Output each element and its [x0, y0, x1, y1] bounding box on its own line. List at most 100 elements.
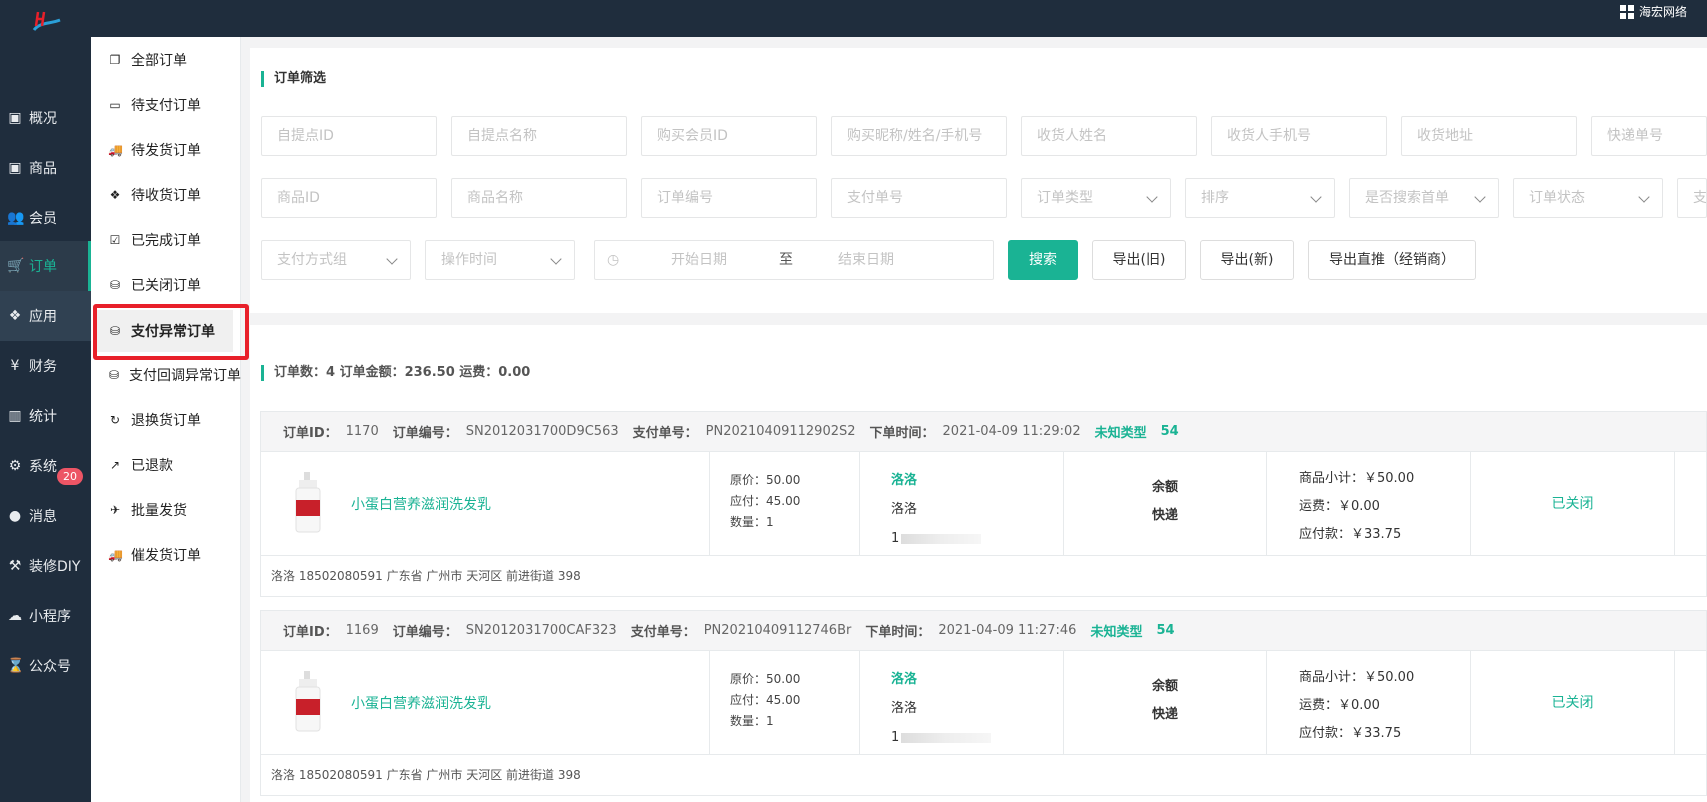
- order-card: 订单ID： 1170 订单编号： SN2012031700D9C563 支付单号： P…: [260, 411, 1707, 597]
- archive-icon: ▣: [8, 110, 22, 126]
- buyer-search-input[interactable]: 购买昵称/姓名/手机号: [831, 116, 1007, 156]
- address-input[interactable]: 收货地址: [1401, 116, 1577, 156]
- order-status-select[interactable]: 订单状态: [1513, 178, 1663, 218]
- start-date-input[interactable]: 开始日期: [671, 241, 727, 279]
- gavel-icon: ⚒: [8, 558, 22, 574]
- buyer-link[interactable]: 洛洛: [891, 466, 1063, 495]
- nav-miniprogram[interactable]: ☁ 小程序: [0, 591, 91, 641]
- search-button[interactable]: 搜索: [1008, 240, 1078, 280]
- ship-method: 快递: [1151, 707, 1178, 722]
- amount-cell: 商品小计：￥50.00 运费：￥0.00 应付款：￥33.75: [1267, 452, 1471, 556]
- message-count-badge: 20: [57, 468, 83, 485]
- pickup-id-input[interactable]: 自提点ID: [261, 116, 437, 156]
- product-cell: 小蛋白营养滋润洗发乳: [261, 651, 710, 755]
- order-body: 小蛋白营养滋润洗发乳 原价：50.00 应付：45.00 数量：1 洛洛 洛洛 …: [261, 651, 1706, 755]
- nav-orders[interactable]: 🛒 订单: [0, 241, 91, 291]
- receiver-name-input[interactable]: 收货人姓名: [1021, 116, 1197, 156]
- database-icon: ⛁: [108, 368, 120, 382]
- subnav-pending-payment[interactable]: ▭ 待支付订单: [91, 84, 241, 126]
- first-order-select[interactable]: 是否搜索首单: [1349, 178, 1499, 218]
- member-id-input[interactable]: 购买会员ID: [641, 116, 817, 156]
- hourglass-icon: ⌛: [7, 658, 25, 674]
- tracking-no-input[interactable]: 快递单号: [1591, 116, 1707, 156]
- subnav-urge-ship[interactable]: 🚚 催发货订单: [91, 534, 241, 576]
- product-name-link[interactable]: 小蛋白营养滋润洗发乳: [351, 693, 491, 713]
- cart-icon: 🛒: [7, 258, 25, 274]
- order-no-input[interactable]: 订单编号: [641, 178, 817, 218]
- subnav-pending-shipment[interactable]: 🚚 待发货订单: [91, 129, 241, 171]
- pickup-name-input[interactable]: 自提点名称: [451, 116, 627, 156]
- product-name-link[interactable]: 小蛋白营养滋润洗发乳: [351, 494, 491, 514]
- brand[interactable]: 海宏网络: [1619, 3, 1687, 20]
- order-header: 订单ID： 1170 订单编号： SN2012031700D9C563 支付单号： P…: [261, 412, 1706, 452]
- nav-goods[interactable]: ▣ 商品: [0, 143, 91, 193]
- sort-select[interactable]: 排序: [1185, 178, 1335, 218]
- ship-method: 快递: [1151, 508, 1178, 523]
- order-sidebar: ❐ 全部订单 ▭ 待支付订单 🚚 待发货订单 ❖ 待收货订单 ☑ 已完成订单 ⛁ 已关闭订单…: [91, 37, 241, 802]
- truck-icon: 🚚: [108, 548, 123, 562]
- buyer-cell: 洛洛 洛洛 1: [860, 651, 1064, 755]
- order-type-num: 54: [1160, 424, 1179, 439]
- blurred-text: [901, 732, 992, 743]
- nav-official-account[interactable]: ⌛ 公众号: [0, 641, 91, 691]
- order-time: 2021-04-09 11:27:46: [938, 623, 1077, 638]
- subnav-closed[interactable]: ⛁ 已关闭订单: [91, 264, 241, 306]
- order-time: 2021-04-09 11:29:02: [942, 424, 1081, 439]
- subnav-all-orders[interactable]: ❐ 全部订单: [91, 39, 241, 81]
- nav-messages[interactable]: ● 消息: [0, 491, 91, 541]
- buyer-name: 洛洛: [891, 502, 918, 517]
- order-type-select[interactable]: 订单类型: [1021, 178, 1171, 218]
- subnav-refunded[interactable]: ↗ 已退款: [91, 444, 241, 486]
- order-id: 1170: [345, 424, 379, 439]
- nav-members[interactable]: 👥 会员: [0, 193, 91, 243]
- subnav-returns[interactable]: ↻ 退换货订单: [91, 399, 241, 441]
- pay-no-input[interactable]: 支付单号: [831, 178, 1007, 218]
- buyer-cell: 洛洛 洛洛 1: [860, 452, 1064, 556]
- pay-method: 余额: [1151, 480, 1178, 495]
- nav-decoration[interactable]: ⚒ 装修DIY: [0, 541, 91, 591]
- filter-title: 订单筛选: [261, 71, 326, 87]
- buyer-phone: 1: [891, 723, 1063, 752]
- yen-icon: ¥: [10, 358, 20, 374]
- credit-card-icon: ▭: [109, 98, 121, 112]
- status-cell: 已关闭: [1471, 452, 1675, 556]
- top-bar: 海宏网络: [0, 0, 1707, 37]
- bar-chart-icon: ▥: [8, 408, 22, 424]
- order-list-panel: 订单数：4 订单金额：236.50 运费：0.00 订单ID： 1170 订单编号…: [250, 325, 1707, 802]
- database-icon: ⛁: [109, 278, 121, 292]
- order-body: 小蛋白营养滋润洗发乳 原价：50.00 应付：45.00 数量：1 洛洛 洛洛 …: [261, 452, 1706, 556]
- product-image[interactable]: [293, 472, 323, 534]
- payment-group-select[interactable]: 支付方式组: [261, 240, 411, 280]
- partial-select[interactable]: 支: [1677, 178, 1707, 218]
- order-type: 未知类型: [1090, 625, 1143, 640]
- date-range-picker[interactable]: ◷ 开始日期 至 结束日期: [594, 240, 994, 280]
- payment-cell: 余额 快递: [1064, 651, 1267, 755]
- subnav-pending-receipt[interactable]: ❖ 待收货订单: [91, 174, 241, 216]
- order-id: 1169: [345, 623, 379, 638]
- receiver-phone-input[interactable]: 收货人手机号: [1211, 116, 1387, 156]
- export-old-button[interactable]: 导出(旧): [1092, 240, 1186, 280]
- subnav-callback-exception[interactable]: ⛁ 支付回调异常订单: [91, 354, 241, 396]
- operation-time-select[interactable]: 操作时间: [425, 240, 575, 280]
- nav-finance[interactable]: ¥ 财务: [0, 341, 91, 391]
- pay-number: PN20210409112902S2: [705, 424, 856, 439]
- logo-icon[interactable]: [30, 8, 62, 36]
- order-card: 订单ID： 1169 订单编号： SN2012031700CAF323 支付单号： P…: [260, 610, 1707, 796]
- subnav-batch-ship[interactable]: ✈ 批量发货: [91, 489, 241, 531]
- buyer-link[interactable]: 洛洛: [891, 665, 1063, 694]
- end-date-input[interactable]: 结束日期: [838, 241, 894, 279]
- subnav-completed[interactable]: ☑ 已完成订单: [91, 219, 241, 261]
- export-new-button[interactable]: 导出(新): [1200, 240, 1294, 280]
- filter-panel: 订单筛选 自提点ID 自提点名称 购买会员ID 购买昵称/姓名/手机号 收货人姓…: [250, 48, 1707, 313]
- product-image[interactable]: [293, 671, 323, 733]
- order-type-num: 54: [1156, 623, 1175, 638]
- goods-name-input[interactable]: 商品名称: [451, 178, 627, 218]
- nav-apps[interactable]: ❖ 应用: [0, 291, 91, 341]
- product-cell: 小蛋白营养滋润洗发乳: [261, 452, 710, 556]
- nav-overview[interactable]: ▣ 概况: [0, 93, 91, 143]
- pay-number: PN20210409112746Br: [703, 623, 852, 638]
- export-direct-button[interactable]: 导出直推（经销商）: [1308, 240, 1476, 280]
- nav-stats[interactable]: ▥ 统计: [0, 391, 91, 441]
- wechat-icon: ☁: [8, 608, 22, 624]
- goods-id-input[interactable]: 商品ID: [261, 178, 437, 218]
